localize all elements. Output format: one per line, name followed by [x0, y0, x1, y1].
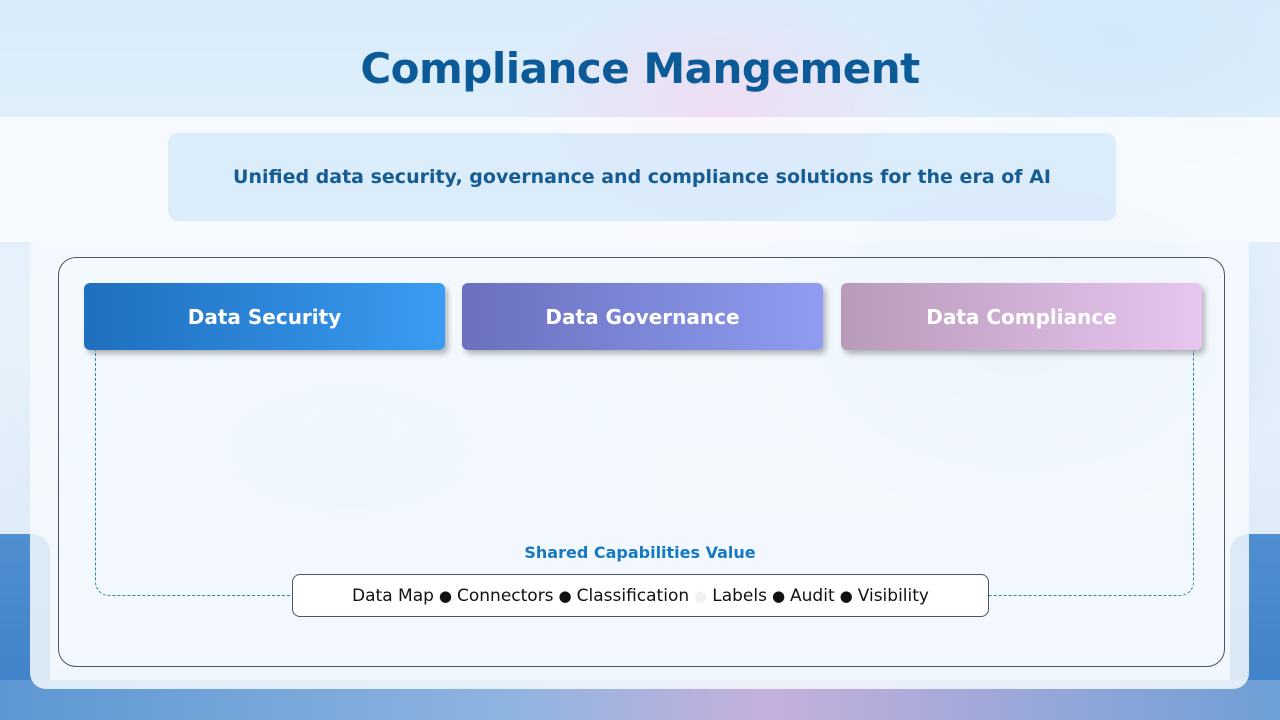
page-title: Compliance Mangement: [360, 44, 920, 93]
capability-item: Classification: [576, 585, 690, 606]
pillar-data-security: Data Security: [84, 283, 445, 350]
pillar-label: Data Security: [187, 304, 342, 329]
shared-capabilities-box: Data Map ● Connectors ● Classification ●…: [292, 574, 989, 617]
separator-dot: ●: [771, 586, 786, 605]
capability-item: Audit: [790, 585, 835, 606]
subtitle-text: Unified data security, governance and co…: [233, 166, 1051, 188]
subtitle-box: Unified data security, governance and co…: [168, 133, 1116, 221]
pillar-label: Data Compliance: [926, 304, 1117, 329]
separator-dot: ●: [558, 586, 572, 605]
capability-item: Data Map: [352, 585, 434, 606]
pillar-label: Data Governance: [545, 304, 740, 329]
separator-dot: ●: [438, 586, 452, 605]
capability-item: Visibility: [857, 585, 929, 606]
separator-dot: ●: [694, 586, 708, 605]
separator-dot: ●: [839, 586, 853, 605]
pillar-data-compliance: Data Compliance: [841, 283, 1202, 350]
pillar-data-governance: Data Governance: [462, 283, 823, 350]
shared-capabilities-label: Shared Capabilities Value: [524, 543, 756, 562]
capability-item: Connectors: [457, 585, 554, 606]
capability-item: Labels: [712, 585, 767, 606]
